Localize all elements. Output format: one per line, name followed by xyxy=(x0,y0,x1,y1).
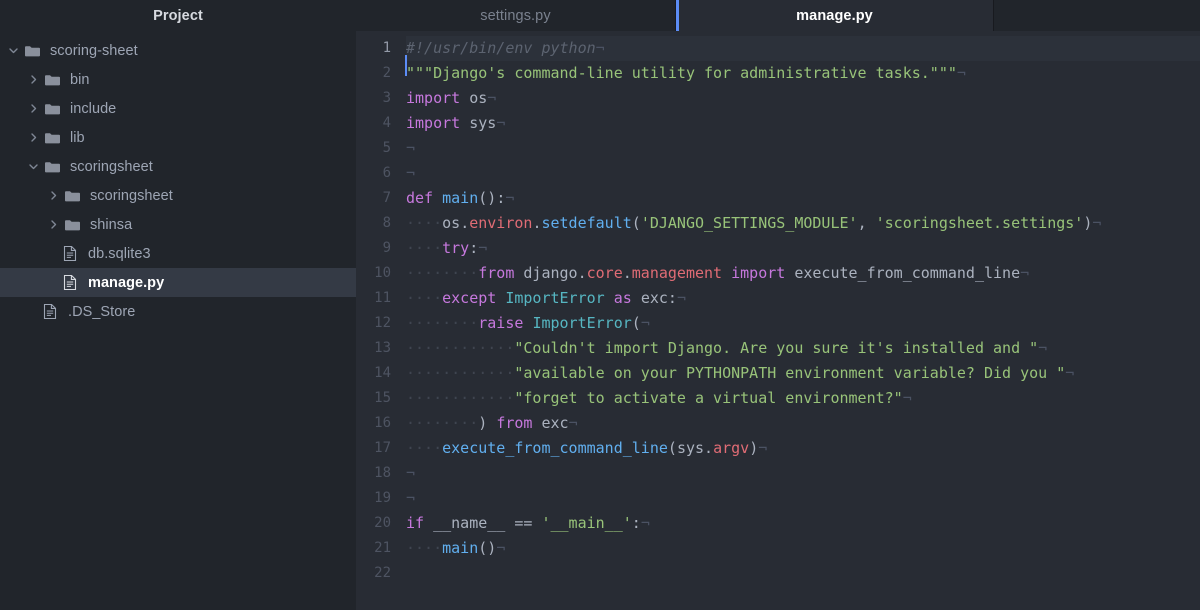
code-line[interactable]: def main():¬ xyxy=(406,186,1200,211)
tree-item-include[interactable]: include xyxy=(0,94,356,123)
tree-item-shinsa[interactable]: shinsa xyxy=(0,210,356,239)
line-number: 15 xyxy=(374,390,391,406)
code-line[interactable]: ········) from exc¬ xyxy=(406,411,1200,436)
tree-item-scoringsheet[interactable]: scoringsheet xyxy=(0,152,356,181)
code-line[interactable]: ¬ xyxy=(406,136,1200,161)
folder-icon xyxy=(23,43,41,59)
line-number: 9 xyxy=(382,240,391,256)
line-number: 18 xyxy=(374,465,391,481)
line-number: 3 xyxy=(382,90,391,106)
code-editor[interactable]: 1 2 3 4 5 6 7 8 9 10 11 12 13 14 15 16 1… xyxy=(356,31,1200,610)
line-number: 17 xyxy=(374,440,391,456)
tree-item-scoring-sheet[interactable]: scoring-sheet xyxy=(0,36,356,65)
tree-item-bin[interactable]: bin xyxy=(0,65,356,94)
chevron-down-icon[interactable] xyxy=(6,43,21,58)
folder-icon xyxy=(43,130,61,146)
line-number: 8 xyxy=(382,215,391,231)
chevron-right-icon[interactable] xyxy=(26,130,41,145)
code-line[interactable]: import os¬ xyxy=(406,86,1200,111)
code-content[interactable]: #!/usr/bin/env python¬ """Django's comman… xyxy=(400,31,1200,610)
tab-bar-filler xyxy=(994,0,1200,31)
tab-manage-py[interactable]: manage.py xyxy=(676,0,994,31)
file-icon xyxy=(41,303,59,320)
line-number: 2 xyxy=(382,65,391,81)
chevron-down-icon[interactable] xyxy=(26,159,41,174)
tree-item-lib[interactable]: lib xyxy=(0,123,356,152)
page-title: Project xyxy=(153,7,203,24)
line-number: 10 xyxy=(374,265,391,281)
line-number: 6 xyxy=(382,165,391,181)
tree-item-label: bin xyxy=(70,71,90,88)
editor-window: Project scoring-sheet bin include lib sc… xyxy=(0,0,1200,610)
line-number: 21 xyxy=(374,540,391,556)
tree-item-label: scoringsheet xyxy=(70,158,153,175)
line-number: 7 xyxy=(382,190,391,206)
code-line[interactable]: ····main()¬ xyxy=(406,536,1200,561)
code-line[interactable] xyxy=(406,561,1200,586)
tab-bar: settings.py manage.py xyxy=(356,0,1200,31)
code-line[interactable]: if __name__ == '__main__':¬ xyxy=(406,511,1200,536)
tab-settings-py[interactable]: settings.py xyxy=(356,0,676,31)
line-number: 4 xyxy=(382,115,391,131)
folder-icon xyxy=(43,72,61,88)
code-line[interactable]: ¬ xyxy=(406,161,1200,186)
tree-item-scoringsheet-nested[interactable]: scoringsheet xyxy=(0,181,356,210)
code-line[interactable]: ····os.environ.setdefault('DJANGO_SETTIN… xyxy=(406,211,1200,236)
code-line[interactable]: ············"forget to activate a virtua… xyxy=(406,386,1200,411)
chevron-right-icon[interactable] xyxy=(46,188,61,203)
sidebar-header: Project xyxy=(0,0,356,31)
line-number: 1 xyxy=(382,40,391,56)
tree-item-label: manage.py xyxy=(88,274,165,291)
folder-icon xyxy=(63,188,81,204)
tree-item-label: include xyxy=(70,100,117,117)
tree-item-db-sqlite3[interactable]: db.sqlite3 xyxy=(0,239,356,268)
file-icon xyxy=(61,245,79,262)
chevron-right-icon[interactable] xyxy=(26,72,41,87)
editor-pane: settings.py manage.py 1 2 3 4 5 6 7 8 9 … xyxy=(356,0,1200,610)
tree-item-label: db.sqlite3 xyxy=(88,245,151,262)
project-sidebar: Project scoring-sheet bin include lib sc… xyxy=(0,0,356,610)
code-line[interactable]: ····except ImportError as exc:¬ xyxy=(406,286,1200,311)
tree-item-label: shinsa xyxy=(90,216,133,233)
tab-label: settings.py xyxy=(480,7,551,24)
code-line[interactable]: ········raise ImportError(¬ xyxy=(406,311,1200,336)
code-line[interactable]: ········from django.core.management impo… xyxy=(406,261,1200,286)
code-line[interactable]: ············"available on your PYTHONPAT… xyxy=(406,361,1200,386)
code-line[interactable]: ¬ xyxy=(406,486,1200,511)
tree-item-ds-store[interactable]: .DS_Store xyxy=(0,297,356,326)
file-tree[interactable]: scoring-sheet bin include lib scoringshe… xyxy=(0,31,356,326)
code-line[interactable]: ¬ xyxy=(406,461,1200,486)
line-number: 22 xyxy=(374,565,391,581)
line-number: 14 xyxy=(374,365,391,381)
tree-item-label: .DS_Store xyxy=(68,303,136,320)
line-number: 20 xyxy=(374,515,391,531)
line-number-gutter: 1 2 3 4 5 6 7 8 9 10 11 12 13 14 15 16 1… xyxy=(356,31,400,610)
folder-icon xyxy=(43,159,61,175)
chevron-right-icon[interactable] xyxy=(46,217,61,232)
code-line[interactable]: #!/usr/bin/env python¬ xyxy=(405,36,1200,76)
tree-item-label: lib xyxy=(70,129,85,146)
tree-item-label: scoring-sheet xyxy=(50,42,138,59)
code-line[interactable]: ····try:¬ xyxy=(406,236,1200,261)
file-icon xyxy=(61,274,79,291)
chevron-right-icon[interactable] xyxy=(26,101,41,116)
line-number: 12 xyxy=(374,315,391,331)
line-number: 11 xyxy=(374,290,391,306)
tree-item-label: scoringsheet xyxy=(90,187,173,204)
line-number: 19 xyxy=(374,490,391,506)
tab-label: manage.py xyxy=(796,7,873,24)
folder-icon xyxy=(63,217,81,233)
code-line[interactable]: import sys¬ xyxy=(406,111,1200,136)
code-line[interactable]: """Django's command-line utility for adm… xyxy=(406,61,1200,86)
line-number: 13 xyxy=(374,340,391,356)
code-line[interactable]: ············"Couldn't import Django. Are… xyxy=(406,336,1200,361)
line-number: 16 xyxy=(374,415,391,431)
folder-icon xyxy=(43,101,61,117)
line-number: 5 xyxy=(382,140,391,156)
tree-item-manage-py[interactable]: manage.py xyxy=(0,268,356,297)
code-line[interactable]: ····execute_from_command_line(sys.argv)¬ xyxy=(406,436,1200,461)
